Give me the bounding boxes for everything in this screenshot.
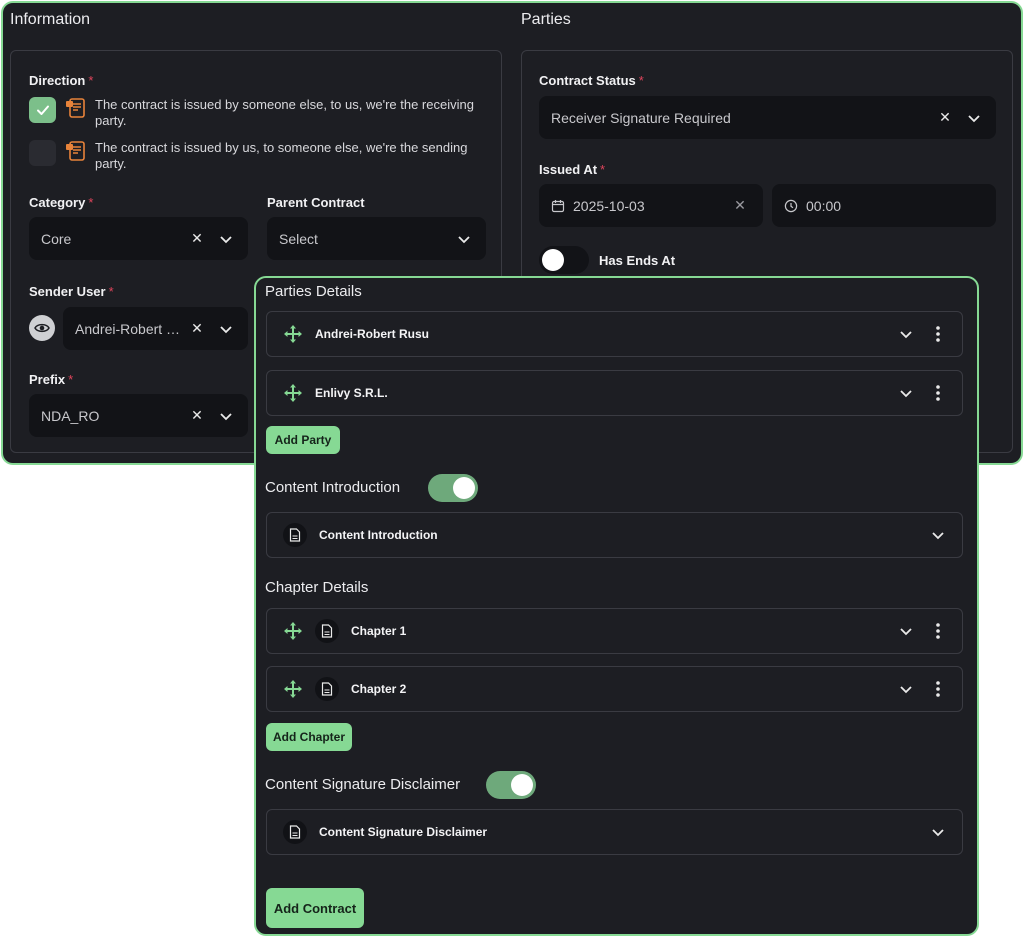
category-value: Core	[41, 230, 72, 247]
sender-user-label: Sender User *	[29, 284, 114, 299]
information-title: Information	[10, 11, 91, 28]
contract-status-select[interactable]: Receiver Signature Required ✕	[539, 96, 996, 139]
issued-at-date-value: 2025-10-03	[573, 197, 645, 214]
clear-icon[interactable]: ✕	[186, 320, 208, 337]
eye-icon	[34, 323, 50, 333]
details-card: Parties Details Andrei-Robert Rusu Enliv…	[254, 276, 979, 936]
chevron-down-icon[interactable]	[894, 386, 918, 400]
contract-receive-icon	[66, 98, 85, 118]
parties-details-title: Parties Details	[265, 283, 362, 300]
sending-option-text: The contract is issued by us, to someone…	[95, 140, 468, 171]
direction-option-sending: The contract is issued by us, to someone…	[29, 140, 477, 172]
chevron-down-icon[interactable]	[216, 409, 236, 423]
add-chapter-button[interactable]: Add Chapter	[266, 723, 352, 751]
direction-option-receiving: The contract is issued by someone else, …	[29, 97, 477, 129]
contract-status-label: Contract Status *	[539, 73, 644, 88]
add-contract-button[interactable]: Add Contract	[266, 888, 364, 928]
clear-icon[interactable]: ✕	[934, 109, 956, 126]
content-introduction-label: Content Introduction	[319, 528, 438, 542]
drag-move-icon[interactable]	[283, 383, 303, 403]
category-label: Category *	[29, 195, 94, 210]
clear-icon[interactable]: ✕	[186, 230, 208, 247]
more-vertical-icon[interactable]	[926, 681, 950, 697]
contract-send-icon	[66, 141, 85, 161]
content-introduction-row[interactable]: Content Introduction	[266, 512, 963, 558]
check-icon	[36, 105, 49, 115]
prefix-select[interactable]: NDA_RO ✕	[29, 394, 248, 437]
clock-icon	[784, 199, 798, 212]
chevron-down-icon[interactable]	[926, 825, 950, 839]
chapter-details-title: Chapter Details	[265, 579, 369, 596]
contract-status-value: Receiver Signature Required	[551, 109, 731, 126]
sending-checkbox[interactable]	[29, 140, 56, 166]
calendar-icon	[551, 199, 565, 212]
chapter-label: Chapter 1	[351, 624, 407, 638]
document-icon	[315, 677, 339, 701]
sender-user-select[interactable]: Andrei-Robert Rusu ✕	[63, 307, 248, 350]
prefix-label: Prefix *	[29, 372, 74, 387]
drag-move-icon[interactable]	[283, 679, 303, 699]
chevron-down-icon[interactable]	[894, 624, 918, 638]
more-vertical-icon[interactable]	[926, 326, 950, 342]
parent-contract-placeholder: Select	[279, 230, 318, 247]
document-icon	[283, 523, 307, 547]
issued-at-time-value: 00:00	[806, 197, 842, 214]
drag-move-icon[interactable]	[283, 324, 303, 344]
has-ends-at-label: Has Ends At	[599, 253, 676, 268]
view-user-button[interactable]	[29, 315, 55, 341]
add-party-button[interactable]: Add Party	[266, 426, 340, 454]
receiving-option-text: The contract is issued by someone else, …	[95, 97, 474, 128]
prefix-value: NDA_RO	[41, 407, 100, 424]
chevron-down-icon[interactable]	[894, 682, 918, 696]
content-introduction-title: Content Introduction	[265, 479, 401, 496]
party-row[interactable]: Enlivy S.R.L.	[266, 370, 963, 416]
signature-disclaimer-title: Content Signature Disclaimer	[265, 776, 461, 793]
chevron-down-icon[interactable]	[216, 322, 236, 336]
sender-user-value: Andrei-Robert Rusu	[75, 320, 186, 337]
clear-icon[interactable]: ✕	[729, 197, 751, 214]
toggle-knob	[542, 249, 564, 271]
clear-icon[interactable]: ✕	[186, 407, 208, 424]
receiving-checkbox[interactable]	[29, 97, 56, 123]
chevron-down-icon[interactable]	[216, 232, 236, 246]
chevron-down-icon[interactable]	[454, 232, 474, 246]
issued-at-label: Issued At *	[539, 162, 606, 177]
toggle-knob	[511, 774, 533, 796]
parent-contract-select[interactable]: Select	[267, 217, 486, 260]
parent-contract-label: Parent Contract	[267, 195, 365, 210]
document-icon	[283, 820, 307, 844]
chapter-row[interactable]: Chapter 2	[266, 666, 963, 712]
category-select[interactable]: Core ✕	[29, 217, 248, 260]
party-name: Andrei-Robert Rusu	[315, 327, 429, 341]
more-vertical-icon[interactable]	[926, 385, 950, 401]
signature-disclaimer-label: Content Signature Disclaimer	[319, 825, 488, 839]
drag-move-icon[interactable]	[283, 621, 303, 641]
party-row[interactable]: Andrei-Robert Rusu	[266, 311, 963, 357]
party-name: Enlivy S.R.L.	[315, 386, 388, 400]
signature-disclaimer-row[interactable]: Content Signature Disclaimer	[266, 809, 963, 855]
more-vertical-icon[interactable]	[926, 623, 950, 639]
direction-label: Direction *	[29, 73, 94, 88]
chapter-label: Chapter 2	[351, 682, 407, 696]
chevron-down-icon[interactable]	[926, 528, 950, 542]
toggle-knob	[453, 477, 475, 499]
issued-at-time-input[interactable]: 00:00	[772, 184, 996, 227]
chevron-down-icon[interactable]	[964, 111, 984, 125]
chevron-down-icon[interactable]	[894, 327, 918, 341]
parties-title: Parties	[521, 11, 571, 28]
document-icon	[315, 619, 339, 643]
issued-at-date-input[interactable]: 2025-10-03 ✕	[539, 184, 763, 227]
chapter-row[interactable]: Chapter 1	[266, 608, 963, 654]
content-introduction-toggle[interactable]	[428, 474, 478, 502]
has-ends-at-toggle[interactable]	[539, 246, 589, 274]
signature-disclaimer-toggle[interactable]	[486, 771, 536, 799]
